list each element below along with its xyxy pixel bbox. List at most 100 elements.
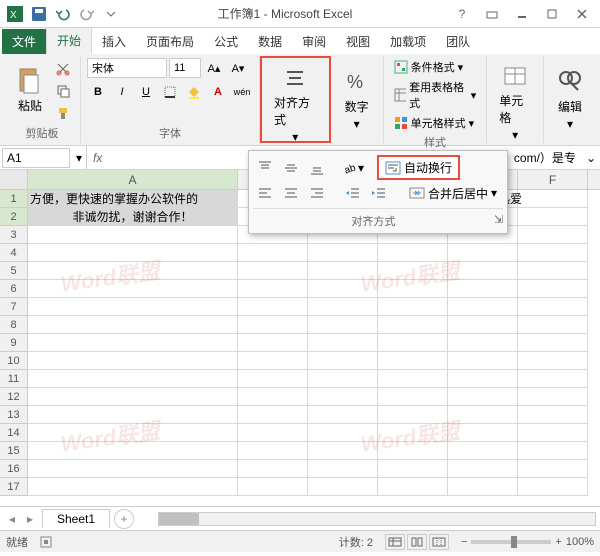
cell[interactable]	[518, 424, 588, 442]
row-header[interactable]: 14	[0, 424, 28, 442]
cell[interactable]	[308, 280, 378, 298]
cell[interactable]	[378, 298, 448, 316]
cell[interactable]	[308, 406, 378, 424]
cell[interactable]	[518, 406, 588, 424]
align-bottom-icon[interactable]	[305, 157, 329, 179]
cell[interactable]	[518, 262, 588, 280]
row-header[interactable]: 2	[0, 208, 28, 226]
cell[interactable]	[238, 478, 308, 496]
cell[interactable]	[28, 280, 238, 298]
increase-indent-icon[interactable]	[367, 182, 391, 204]
close-icon[interactable]	[568, 4, 596, 24]
scrollbar-thumb[interactable]	[159, 513, 199, 525]
bold-button[interactable]: B	[87, 82, 109, 102]
cell[interactable]	[518, 352, 588, 370]
cell[interactable]	[518, 226, 588, 244]
cell[interactable]	[308, 424, 378, 442]
cell[interactable]	[378, 370, 448, 388]
cell[interactable]	[28, 424, 238, 442]
view-page-layout-icon[interactable]	[407, 534, 427, 550]
cell[interactable]	[28, 406, 238, 424]
row-header[interactable]: 3	[0, 226, 28, 244]
copy-icon[interactable]	[52, 81, 74, 101]
cell[interactable]	[308, 388, 378, 406]
merge-center-button[interactable]: 合并后居中 ▾	[403, 183, 503, 204]
cell[interactable]	[518, 442, 588, 460]
save-icon[interactable]	[28, 3, 50, 25]
cell[interactable]	[308, 334, 378, 352]
name-box[interactable]	[2, 148, 70, 168]
zoom-out-button[interactable]: −	[461, 536, 467, 548]
tab-insert[interactable]: 插入	[92, 29, 136, 54]
view-page-break-icon[interactable]	[429, 534, 449, 550]
cell[interactable]	[448, 298, 518, 316]
align-middle-icon[interactable]	[279, 157, 303, 179]
cell[interactable]	[448, 406, 518, 424]
border-icon[interactable]	[159, 82, 181, 102]
cell-styles-button[interactable]: 单元格样式 ▾	[390, 114, 479, 132]
cell[interactable]	[308, 442, 378, 460]
font-size-select[interactable]	[169, 58, 201, 78]
cell[interactable]	[448, 370, 518, 388]
cells-button[interactable]: 单元格 ▾	[493, 58, 537, 146]
cell[interactable]	[518, 190, 588, 208]
cell[interactable]	[308, 316, 378, 334]
maximize-icon[interactable]	[538, 4, 566, 24]
cell[interactable]	[28, 298, 238, 316]
add-sheet-button[interactable]: +	[114, 509, 134, 529]
cell[interactable]	[308, 478, 378, 496]
row-header[interactable]: 10	[0, 352, 28, 370]
cell[interactable]	[28, 460, 238, 478]
cell[interactable]	[308, 370, 378, 388]
cell[interactable]	[448, 424, 518, 442]
cell[interactable]	[308, 298, 378, 316]
wrap-text-button[interactable]: 自动换行	[377, 155, 460, 180]
cell[interactable]	[28, 244, 238, 262]
minimize-icon[interactable]	[508, 4, 536, 24]
tab-view[interactable]: 视图	[336, 29, 380, 54]
tab-page-layout[interactable]: 页面布局	[136, 29, 204, 54]
cell[interactable]	[518, 244, 588, 262]
cell[interactable]	[238, 406, 308, 424]
cell[interactable]	[448, 442, 518, 460]
align-center-icon[interactable]	[279, 182, 303, 204]
cell[interactable]	[308, 262, 378, 280]
sheet-tab-sheet1[interactable]: Sheet1	[42, 509, 110, 528]
align-top-icon[interactable]	[253, 157, 277, 179]
align-right-icon[interactable]	[305, 182, 329, 204]
paste-button[interactable]: 粘贴	[10, 63, 50, 118]
cell[interactable]	[518, 316, 588, 334]
cell[interactable]	[518, 460, 588, 478]
cell[interactable]	[238, 334, 308, 352]
tab-home[interactable]: 开始	[46, 27, 92, 54]
cell[interactable]	[28, 352, 238, 370]
editing-button[interactable]: 编辑 ▾	[550, 64, 590, 135]
zoom-level[interactable]: 100%	[566, 536, 594, 548]
zoom-in-button[interactable]: +	[555, 536, 561, 548]
cell[interactable]	[28, 388, 238, 406]
cell[interactable]	[28, 262, 238, 280]
row-header[interactable]: 5	[0, 262, 28, 280]
row-header[interactable]: 8	[0, 316, 28, 334]
cut-icon[interactable]	[52, 59, 74, 79]
cell[interactable]: 方便，更快速的掌握办公软件的	[28, 190, 238, 208]
cell[interactable]	[308, 244, 378, 262]
cell[interactable]	[28, 316, 238, 334]
cell[interactable]	[378, 424, 448, 442]
row-header[interactable]: 4	[0, 244, 28, 262]
cell[interactable]	[308, 352, 378, 370]
cell[interactable]	[28, 334, 238, 352]
cell[interactable]	[28, 226, 238, 244]
cell[interactable]	[378, 280, 448, 298]
number-button[interactable]: % 数字 ▾	[337, 64, 377, 135]
cell[interactable]	[238, 424, 308, 442]
select-all-corner[interactable]	[0, 170, 28, 189]
row-header[interactable]: 7	[0, 298, 28, 316]
row-header[interactable]: 13	[0, 406, 28, 424]
cell[interactable]	[238, 442, 308, 460]
redo-icon[interactable]	[76, 3, 98, 25]
phonetic-icon[interactable]: wén	[231, 82, 253, 102]
cell[interactable]	[518, 334, 588, 352]
cell[interactable]	[378, 406, 448, 424]
row-header[interactable]: 6	[0, 280, 28, 298]
